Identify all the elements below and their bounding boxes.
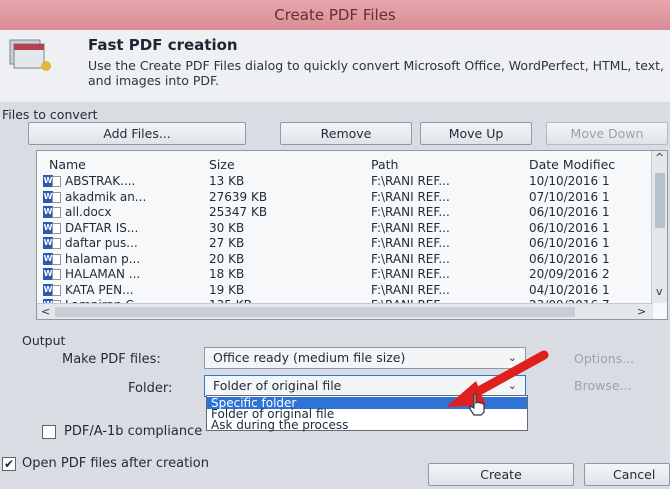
file-path: F:\RANI REF... [371, 282, 450, 297]
file-date: 06/10/2016 1 [529, 236, 610, 250]
hand-cursor-icon [469, 393, 485, 416]
file-date: 06/10/2016 1 [529, 205, 610, 219]
file-name: DAFTAR IS... [65, 220, 139, 235]
window-title: Create PDF Files [0, 0, 670, 30]
scroll-right-icon[interactable]: > [637, 305, 646, 318]
file-date: 10/10/2016 1 [529, 174, 610, 188]
file-path: F:\RANI REF... [371, 205, 450, 219]
file-size: 27 KB [209, 236, 245, 250]
add-files-button[interactable]: Add Files... [28, 122, 246, 145]
table-row[interactable]: W daftar pus... 27 KB F:\RANI REF... 06/… [37, 235, 653, 251]
file-path: F:\RANI REF... [371, 267, 450, 281]
move-up-button[interactable]: Move Up [420, 122, 532, 145]
file-name: all.docx [65, 205, 112, 219]
pdfa-checkbox[interactable] [42, 425, 56, 439]
file-date: 06/10/2016 1 [529, 251, 610, 266]
file-name: halaman p... [65, 251, 141, 266]
word-document-icon: W [43, 283, 62, 296]
file-path: F:\RANI REF... [371, 189, 450, 204]
file-list[interactable]: Name Size Path Date Modifiec W ABSTRAK..… [36, 150, 668, 320]
table-row[interactable]: W ABSTRAK.... 13 KB F:\RANI REF... 10/10… [37, 173, 653, 189]
file-path: F:\RANI REF... [371, 251, 450, 266]
word-document-icon: W [43, 237, 62, 249]
table-row[interactable]: W all.docx 25347 KB F:\RANI REF... 06/10… [37, 204, 653, 220]
word-document-icon: W [43, 252, 62, 265]
column-header-date[interactable]: Date Modifiec [529, 157, 615, 172]
file-size: 19 KB [209, 282, 245, 297]
word-document-icon: W [43, 268, 62, 280]
file-size: 13 KB [209, 174, 245, 188]
table-row[interactable]: W halaman p... 20 KB F:\RANI REF... 06/1… [37, 251, 653, 267]
make-pdf-value: Office ready (medium file size) [213, 350, 406, 365]
output-section-label: Output [22, 333, 66, 348]
file-path: F:\RANI REF... [371, 174, 450, 188]
folder-value: Folder of original file [213, 378, 342, 393]
vertical-scrollbar[interactable]: ^ v [651, 151, 667, 303]
scroll-left-icon[interactable]: < [41, 305, 50, 318]
header-description: Use the Create PDF Files dialog to quick… [88, 58, 665, 88]
pdf-files-icon [9, 39, 51, 71]
scroll-up-icon[interactable]: ^ [655, 151, 664, 164]
file-rows: W ABSTRAK.... 13 KB F:\RANI REF... 10/10… [37, 173, 653, 313]
word-document-icon: W [43, 221, 62, 234]
table-row[interactable]: W HALAMAN ... 18 KB F:\RANI REF... 20/09… [37, 266, 653, 282]
vertical-scroll-thumb[interactable] [655, 173, 665, 228]
open-after-label: Open PDF files after creation [22, 456, 209, 471]
red-arrow-annotation-icon [446, 350, 549, 407]
file-name: akadmik an... [65, 189, 147, 204]
create-button[interactable]: Create [428, 463, 574, 486]
file-size: 18 KB [209, 267, 245, 281]
column-header-size[interactable]: Size [209, 157, 235, 172]
file-path: F:\RANI REF... [371, 220, 450, 235]
open-after-checkbox[interactable]: ✔ [2, 457, 16, 471]
file-name: ABSTRAK.... [65, 174, 136, 188]
file-date: 20/09/2016 2 [529, 267, 610, 281]
header-panel: Fast PDF creation Use the Create PDF Fil… [0, 30, 670, 102]
column-header-path[interactable]: Path [371, 157, 398, 172]
file-name: daftar pus... [65, 236, 138, 250]
options-button[interactable]: Options... [574, 351, 634, 366]
make-pdf-label: Make PDF files: [62, 352, 161, 367]
file-name: HALAMAN ... [65, 267, 141, 281]
word-document-icon: W [43, 190, 62, 203]
folder-label: Folder: [128, 381, 173, 396]
file-name: KATA PEN... [65, 282, 134, 297]
scroll-down-icon[interactable]: v [656, 285, 663, 298]
files-section-label: Files to convert [2, 107, 98, 122]
remove-button[interactable]: Remove [280, 122, 412, 145]
column-header-name[interactable]: Name [49, 157, 86, 172]
horizontal-scroll-thumb[interactable] [55, 307, 575, 317]
header-title: Fast PDF creation [88, 36, 238, 54]
browse-button[interactable]: Browse... [574, 378, 631, 393]
horizontal-scrollbar[interactable]: < > [37, 303, 653, 319]
file-date: 06/10/2016 1 [529, 220, 610, 235]
word-document-icon: W [43, 175, 62, 187]
word-document-icon: W [43, 206, 62, 218]
file-size: 30 KB [209, 220, 245, 235]
file-path: F:\RANI REF... [371, 236, 450, 250]
table-row[interactable]: W DAFTAR IS... 30 KB F:\RANI REF... 06/1… [37, 220, 653, 236]
move-down-button[interactable]: Move Down [546, 122, 668, 145]
table-row[interactable]: W KATA PEN... 19 KB F:\RANI REF... 04/10… [37, 282, 653, 298]
cancel-button[interactable]: Cancel [584, 463, 670, 486]
file-date: 07/10/2016 1 [529, 189, 610, 204]
file-size: 25347 KB [209, 205, 268, 219]
file-size: 20 KB [209, 251, 245, 266]
file-date: 04/10/2016 1 [529, 282, 610, 297]
pdfa-label: PDF/A-1b compliance [64, 424, 203, 439]
table-row[interactable]: W akadmik an... 27639 KB F:\RANI REF... … [37, 189, 653, 205]
file-size: 27639 KB [209, 189, 268, 204]
